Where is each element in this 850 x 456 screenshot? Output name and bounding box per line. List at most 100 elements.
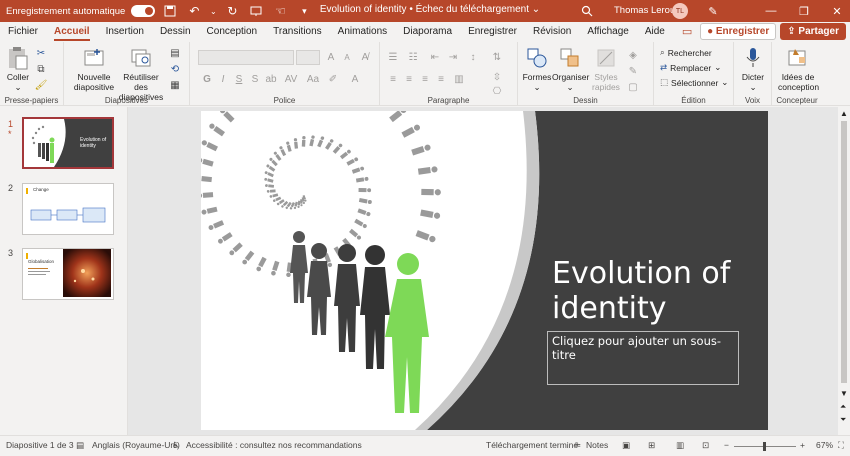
tab-enregistrer[interactable]: Enregistrer xyxy=(460,22,525,42)
highlight-icon[interactable]: ✐ xyxy=(326,72,340,86)
tab-conception[interactable]: Conception xyxy=(199,22,266,42)
cut-icon[interactable]: ✂ xyxy=(34,46,48,60)
layout-icon[interactable]: ▤ xyxy=(168,46,182,60)
change-case-icon[interactable]: Aa xyxy=(306,72,320,86)
line-spacing-icon[interactable]: ↕ xyxy=(466,50,480,64)
align-right-icon[interactable]: ≡ xyxy=(418,72,432,86)
maximize-icon[interactable]: ❐ xyxy=(795,2,813,20)
replace-button[interactable]: ⇄ Remplacer ⌄ xyxy=(660,62,721,73)
tab-affichage[interactable]: Affichage xyxy=(579,22,637,42)
scroll-down-icon[interactable]: ▼ xyxy=(840,389,848,398)
autosave-toggle[interactable] xyxy=(131,5,156,17)
new-slide-button[interactable]: Nouvelle diapositive xyxy=(72,46,116,92)
increase-font-icon[interactable]: A xyxy=(324,50,338,64)
tab-insertion[interactable]: Insertion xyxy=(98,22,152,42)
strikethrough-icon[interactable]: ab xyxy=(264,72,278,86)
notes-icon[interactable]: ≐ xyxy=(574,440,581,451)
font-size-select[interactable] xyxy=(296,50,320,65)
share-button[interactable]: ⇪ Partager xyxy=(780,23,846,40)
shape-effects-icon[interactable]: ▢ xyxy=(626,80,640,94)
align-left-icon[interactable]: ≡ xyxy=(386,72,400,86)
present-icon[interactable] xyxy=(247,2,265,20)
language-status[interactable]: Anglais (Royaume-Uni) xyxy=(92,440,180,450)
undo-icon[interactable]: ↶ xyxy=(185,2,203,20)
char-spacing-icon[interactable]: AV xyxy=(284,72,298,86)
columns-icon[interactable]: ▥ xyxy=(452,72,466,86)
justify-icon[interactable]: ≡ xyxy=(434,72,448,86)
save-icon[interactable] xyxy=(161,2,179,20)
vertical-scrollbar[interactable]: ▲ ▼ ⏶ ⏷ xyxy=(838,107,850,435)
slide-1-canvas[interactable]: Evolution of identity Cliquez pour ajout… xyxy=(201,111,768,430)
pen-icon[interactable]: ✎ xyxy=(704,2,722,20)
design-ideas-button[interactable]: Idées de conception xyxy=(778,46,819,92)
align-center-icon[interactable]: ≡ xyxy=(402,72,416,86)
notes-button[interactable]: Notes xyxy=(586,440,608,450)
clear-format-icon[interactable]: A̸ xyxy=(358,50,372,64)
spellcheck-icon[interactable]: ▤ xyxy=(76,440,84,451)
minimize-icon[interactable]: — xyxy=(762,2,780,20)
quick-styles-button[interactable]: Styles rapides xyxy=(588,46,624,92)
find-button[interactable]: ⌕ Rechercher xyxy=(660,47,712,58)
zoom-slider-thumb[interactable] xyxy=(763,442,766,451)
slide-sorter-icon[interactable]: ⊞ xyxy=(648,440,655,451)
numbering-icon[interactable]: ☷ xyxy=(406,50,420,64)
reset-icon[interactable]: ⟲ xyxy=(168,62,182,76)
font-family-select[interactable] xyxy=(198,50,294,65)
tab-dessin[interactable]: Dessin xyxy=(152,22,199,42)
shape-fill-icon[interactable]: ◈ xyxy=(626,48,640,62)
zoom-in-icon[interactable]: + xyxy=(800,440,805,450)
slide-thumbnail-2[interactable]: Change xyxy=(22,183,114,235)
accessibility-icon[interactable]: ♿ xyxy=(172,440,180,451)
slide-title[interactable]: Evolution of identity xyxy=(552,256,752,326)
paste-button[interactable]: Coller ⌄ xyxy=(4,46,32,92)
align-text-icon[interactable]: ⇳ xyxy=(490,70,504,84)
copy-icon[interactable]: ⧉ xyxy=(34,62,48,76)
previous-slide-icon[interactable]: ⏶ xyxy=(840,402,846,412)
italic-icon[interactable]: I xyxy=(216,72,230,86)
decrease-indent-icon[interactable]: ⇤ xyxy=(428,50,442,64)
accessibility-status[interactable]: Accessibilité : consultez nos recommanda… xyxy=(186,440,362,450)
increase-indent-icon[interactable]: ⇥ xyxy=(446,50,460,64)
underline-icon[interactable]: S xyxy=(232,72,246,86)
reading-view-icon[interactable]: ▥ xyxy=(676,440,684,451)
slideshow-icon[interactable]: ⊡ xyxy=(702,440,709,451)
tab-revision[interactable]: Révision xyxy=(525,22,579,42)
shadow-icon[interactable]: S xyxy=(248,72,262,86)
next-slide-icon[interactable]: ⏷ xyxy=(840,415,846,425)
zoom-slider[interactable] xyxy=(734,442,796,451)
scroll-thumb[interactable] xyxy=(841,121,847,383)
scroll-up-icon[interactable]: ▲ xyxy=(840,109,848,118)
undo-dropdown-icon[interactable]: ⌄ xyxy=(209,2,217,20)
slide-thumbnail-3[interactable]: Globalisation xyxy=(22,248,114,300)
avatar[interactable]: TL xyxy=(672,3,688,19)
zoom-out-icon[interactable]: − xyxy=(724,440,729,450)
redo-icon[interactable]: ↻ xyxy=(223,2,241,20)
record-button[interactable]: ● Enregistrer xyxy=(700,23,777,40)
comments-icon[interactable]: ▭ xyxy=(678,24,696,40)
format-painter-icon[interactable]: 🖌 xyxy=(34,78,48,92)
tab-animations[interactable]: Animations xyxy=(330,22,395,42)
normal-view-icon[interactable]: ▣ xyxy=(622,440,630,451)
dictate-button[interactable]: Dicter ⌄ xyxy=(736,46,770,92)
text-direction-icon[interactable]: ⇅ xyxy=(490,50,504,64)
fit-slide-icon[interactable]: ⛶ xyxy=(838,440,844,451)
section-icon[interactable]: ▦ xyxy=(168,78,182,92)
touch-mode-icon[interactable]: ☜ xyxy=(271,2,289,20)
arrange-button[interactable]: Organiser ⌄ xyxy=(552,46,589,92)
tab-diaporama[interactable]: Diaporama xyxy=(395,22,460,42)
bullets-icon[interactable]: ☰ xyxy=(386,50,400,64)
tab-fichier[interactable]: Fichier xyxy=(0,22,46,42)
font-color-icon[interactable]: A xyxy=(348,72,362,86)
user-name[interactable]: Thomas Leroux xyxy=(614,5,680,16)
subtitle-placeholder[interactable]: Cliquez pour ajouter un sous-titre xyxy=(547,331,739,385)
shape-outline-icon[interactable]: ✎ xyxy=(626,64,640,78)
tab-accueil[interactable]: Accueil xyxy=(46,22,98,42)
close-icon[interactable]: ✕ xyxy=(828,2,846,20)
zoom-level[interactable]: 67% xyxy=(816,440,833,450)
tab-aide[interactable]: Aide xyxy=(637,22,673,42)
document-title[interactable]: Evolution of identity • Échec du télécha… xyxy=(300,4,560,15)
select-button[interactable]: ⬚ Sélectionner ⌄ xyxy=(660,77,728,88)
reuse-slides-button[interactable]: Réutiliser des diapositives xyxy=(116,46,166,102)
tab-transitions[interactable]: Transitions xyxy=(265,22,330,42)
shapes-button[interactable]: Formes ⌄ xyxy=(520,46,554,92)
